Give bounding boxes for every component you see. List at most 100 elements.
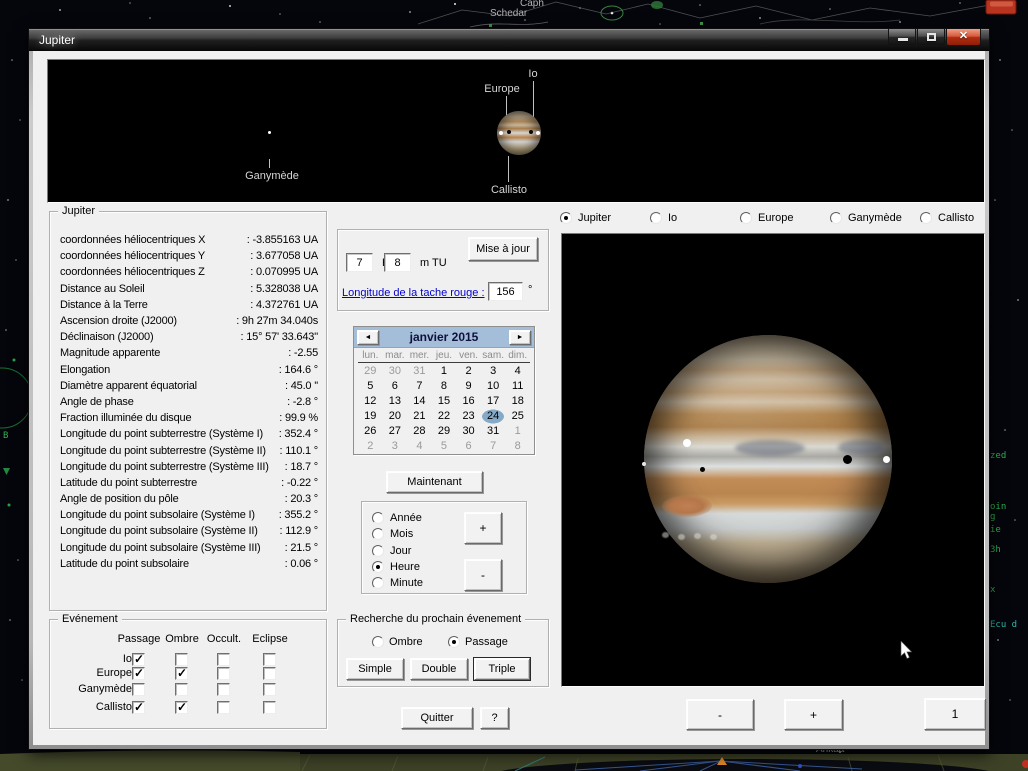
calendar-cell[interactable]: 7 [407,379,432,394]
calendar-cell[interactable]: 28 [407,424,432,439]
calendar-cell[interactable]: 7 [481,439,506,454]
event-checkbox-io-eclipse[interactable] [263,653,276,666]
event-checkbox-europe-occult[interactable] [217,667,230,680]
search-radio-ombre[interactable]: Ombre [372,635,423,649]
calendar-cell[interactable]: 29 [358,364,383,379]
close-button[interactable]: ✕ [946,29,981,46]
event-checkbox-callisto-occult[interactable] [217,701,230,714]
event-checkbox-callisto-eclipse[interactable] [263,701,276,714]
calendar-cell[interactable]: 3 [383,439,408,454]
calendar-cell[interactable]: 13 [383,394,408,409]
calendar-cell[interactable]: 23 [456,409,481,424]
step-option-label: Année [390,512,422,524]
event-checkbox-ganymède-passage[interactable] [132,683,145,696]
minimize-button[interactable] [888,29,916,46]
step-option-année[interactable]: Année [372,511,422,525]
step-option-jour[interactable]: Jour [372,544,411,558]
calendar-cell[interactable]: 3 [481,364,506,379]
now-button[interactable]: Maintenant [386,471,483,493]
calendar-cell[interactable]: 26 [358,424,383,439]
calendar-cell[interactable]: 30 [456,424,481,439]
calendar-cell[interactable]: 18 [505,394,530,409]
event-checkbox-ganymède-ombre[interactable] [175,683,188,696]
calendar-cell[interactable]: 27 [383,424,408,439]
calendar-cell[interactable]: 2 [456,364,481,379]
zoom-out-button[interactable]: - [686,699,754,730]
step-minus-button[interactable]: - [464,559,502,591]
event-checkbox-callisto-passage[interactable] [132,700,145,714]
calendar-cell[interactable]: 24 [480,409,506,424]
calendar-cell[interactable]: 14 [407,394,432,409]
selector-option-jupiter[interactable]: Jupiter [560,210,611,225]
calendar-cell[interactable]: 31 [481,424,506,439]
calendar-cell[interactable]: 30 [383,364,408,379]
event-checkbox-europe-ombre[interactable] [175,666,188,680]
calendar-cell[interactable]: 21 [407,409,432,424]
search-simple-button[interactable]: Simple [346,658,404,680]
event-checkbox-io-occult[interactable] [217,653,230,666]
info-row: Longitude du point subterrestre (Système… [60,442,318,458]
calendar-cell[interactable]: 1 [432,364,457,379]
calendar-cell[interactable]: 2 [358,439,383,454]
calendar-next-button[interactable]: ► [509,330,531,345]
calendar-cell[interactable]: 1 [505,424,530,439]
calendar-cell[interactable]: 22 [432,409,457,424]
info-value: : 15° 57' 33.643'' [240,331,319,344]
event-checkbox-europe-passage[interactable] [132,666,145,680]
step-plus-button[interactable]: + [464,512,502,544]
event-checkbox-callisto-ombre[interactable] [175,700,188,714]
minute-input[interactable] [384,253,411,272]
calendar-cell[interactable]: 16 [456,394,481,409]
calendar-cell[interactable]: 6 [456,439,481,454]
calendar-cell[interactable]: 19 [358,409,383,424]
search-radio-passage[interactable]: Passage [448,635,508,649]
jupiter-info-rows: coordonnées héliocentriques X: -3.855163… [60,232,318,572]
selector-option-ganymède[interactable]: Ganymède [830,210,902,225]
update-button[interactable]: Mise à jour [468,237,538,261]
calendar-cell[interactable]: 20 [383,409,408,424]
hour-input[interactable] [346,253,373,272]
quit-button[interactable]: Quitter [401,707,473,729]
calendar-day-name: dim. [508,350,528,361]
calendar-cell[interactable]: 31 [407,364,432,379]
calendar-cell[interactable]: 10 [481,379,506,394]
calendar-cell[interactable]: 15 [432,394,457,409]
search-double-button[interactable]: Double [410,658,468,680]
title-bar[interactable]: Jupiter ✕ [29,29,989,51]
event-checkbox-io-passage[interactable] [132,652,145,666]
search-triple-button[interactable]: Triple [473,657,531,681]
selector-option-io[interactable]: Io [650,210,677,225]
maximize-button[interactable] [917,29,945,46]
event-checkbox-ganymède-occult[interactable] [217,683,230,696]
info-label: coordonnées héliocentriques Y [60,250,206,263]
event-checkbox-io-ombre[interactable] [175,653,188,666]
selector-option-callisto[interactable]: Callisto [920,210,974,225]
page-button[interactable]: 1 [924,698,986,730]
calendar-cell[interactable]: 29 [432,424,457,439]
calendar-prev-button[interactable]: ◄ [357,330,379,345]
help-button[interactable]: ? [480,707,509,729]
calendar-cell[interactable]: 17 [481,394,506,409]
selector-option-label: Europe [758,211,794,224]
step-option-mois[interactable]: Mois [372,527,413,541]
calendar-cell[interactable]: 8 [505,439,530,454]
calendar-cell[interactable]: 8 [432,379,457,394]
info-value: : 355.2 ° [278,509,318,522]
selector-option-europe[interactable]: Europe [740,210,793,225]
step-option-heure[interactable]: Heure [372,560,420,574]
calendar-cell[interactable]: 12 [358,394,383,409]
calendar-cell[interactable]: 5 [432,439,457,454]
calendar-cell[interactable]: 25 [505,409,530,424]
calendar-cell[interactable]: 11 [505,379,530,394]
calendar-cell[interactable]: 4 [407,439,432,454]
red-spot-link[interactable]: Longitude de la tache rouge : [342,287,485,299]
calendar-cell[interactable]: 9 [456,379,481,394]
event-checkbox-ganymède-eclipse[interactable] [263,683,276,696]
calendar-cell[interactable]: 6 [383,379,408,394]
calendar-cell[interactable]: 4 [505,364,530,379]
event-checkbox-europe-eclipse[interactable] [263,667,276,680]
calendar-cell[interactable]: 5 [358,379,383,394]
zoom-in-button[interactable]: + [784,699,843,730]
red-spot-input[interactable] [488,282,523,301]
step-option-minute[interactable]: Minute [372,576,423,590]
